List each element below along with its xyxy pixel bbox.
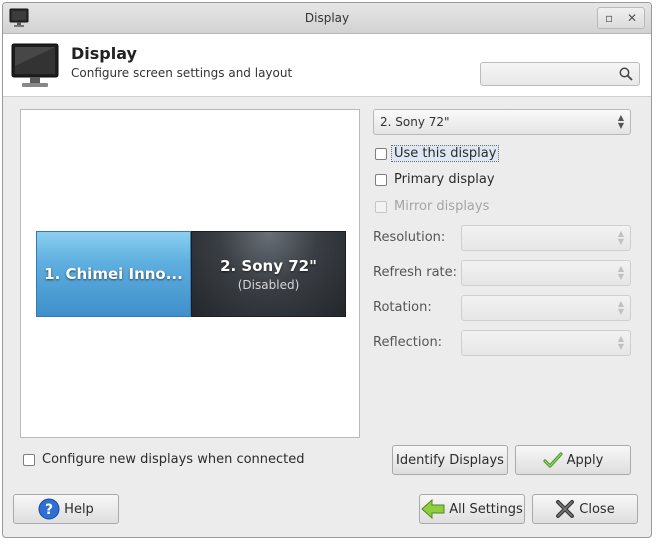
rotation-label: Rotation: bbox=[373, 300, 432, 315]
monitor-2-status: (Disabled) bbox=[237, 277, 300, 292]
monitor-2[interactable]: 2. Sony 72" (Disabled) bbox=[191, 231, 346, 317]
window-title: Display bbox=[304, 11, 350, 25]
window-controls: ▫ ✕ bbox=[597, 7, 645, 29]
primary-display-checkbox[interactable]: Primary display bbox=[375, 172, 495, 187]
configure-new-displays-label: Configure new displays when connected bbox=[42, 452, 305, 467]
spin-arrows-icon: ▲ ▼ bbox=[617, 113, 624, 130]
spin-arrows-icon: ▲ ▼ bbox=[617, 299, 624, 316]
use-display-label: Use this display bbox=[391, 145, 500, 162]
use-display-checkbox[interactable]: Use this display bbox=[375, 145, 500, 162]
identify-displays-button[interactable]: Identify Displays bbox=[392, 445, 508, 475]
search-icon[interactable] bbox=[619, 67, 633, 81]
checkbox-box bbox=[375, 200, 387, 213]
help-icon: ? bbox=[38, 498, 60, 520]
checkbox-box[interactable] bbox=[375, 147, 387, 160]
monitor-2-name: 2. Sony 72" bbox=[220, 256, 317, 275]
checkmark-icon bbox=[543, 452, 563, 468]
help-button[interactable]: ? Help bbox=[13, 494, 119, 524]
dialog-header: Display Configure screen settings and la… bbox=[3, 34, 651, 97]
apply-button[interactable]: Apply bbox=[515, 445, 631, 475]
monitor-1-name: 1. Chimei Inno... bbox=[44, 265, 183, 283]
display-layout-preview: 1. Chimei Inno... 2. Sony 72" (Disabled) bbox=[20, 109, 360, 438]
svg-text:?: ? bbox=[45, 502, 53, 518]
page-title: Display bbox=[71, 44, 137, 63]
title-bar: Display ▫ ✕ bbox=[3, 3, 651, 34]
display-select-value: 2. Sony 72" bbox=[380, 115, 450, 129]
checkbox-box[interactable] bbox=[23, 453, 35, 466]
reflection-label: Reflection: bbox=[373, 335, 443, 350]
resolution-select: ▲ ▼ bbox=[461, 225, 631, 251]
refresh-rate-select: ▲ ▼ bbox=[461, 260, 631, 286]
monitor-1[interactable]: 1. Chimei Inno... bbox=[36, 231, 191, 317]
primary-display-label: Primary display bbox=[394, 172, 495, 187]
maximize-icon[interactable]: ▫ bbox=[605, 11, 613, 25]
page-subtitle: Configure screen settings and layout bbox=[71, 66, 293, 80]
all-settings-button[interactable]: All Settings bbox=[419, 494, 525, 524]
search-input[interactable] bbox=[480, 62, 640, 86]
configure-new-displays-checkbox[interactable]: Configure new displays when connected bbox=[23, 452, 305, 467]
back-arrow-icon bbox=[421, 498, 445, 520]
close-button[interactable]: Close bbox=[532, 494, 638, 524]
spin-arrows-icon: ▲ ▼ bbox=[617, 264, 624, 281]
resolution-label: Resolution: bbox=[373, 230, 446, 245]
spin-arrows-icon: ▲ ▼ bbox=[617, 229, 624, 246]
refresh-rate-label: Refresh rate: bbox=[373, 265, 458, 280]
mirror-displays-checkbox: Mirror displays bbox=[375, 199, 489, 214]
display-select[interactable]: 2. Sony 72" ▲ ▼ bbox=[373, 109, 631, 135]
close-icon bbox=[556, 500, 575, 518]
display-icon bbox=[11, 43, 59, 87]
close-window-icon[interactable]: ✕ bbox=[627, 11, 637, 25]
reflection-select: ▲ ▼ bbox=[461, 330, 631, 356]
display-window: Display ▫ ✕ Display Configure screen set… bbox=[2, 2, 652, 538]
mirror-displays-label: Mirror displays bbox=[394, 199, 490, 214]
checkbox-box[interactable] bbox=[375, 173, 387, 186]
spin-arrows-icon: ▲ ▼ bbox=[617, 334, 624, 351]
rotation-select: ▲ ▼ bbox=[461, 295, 631, 321]
